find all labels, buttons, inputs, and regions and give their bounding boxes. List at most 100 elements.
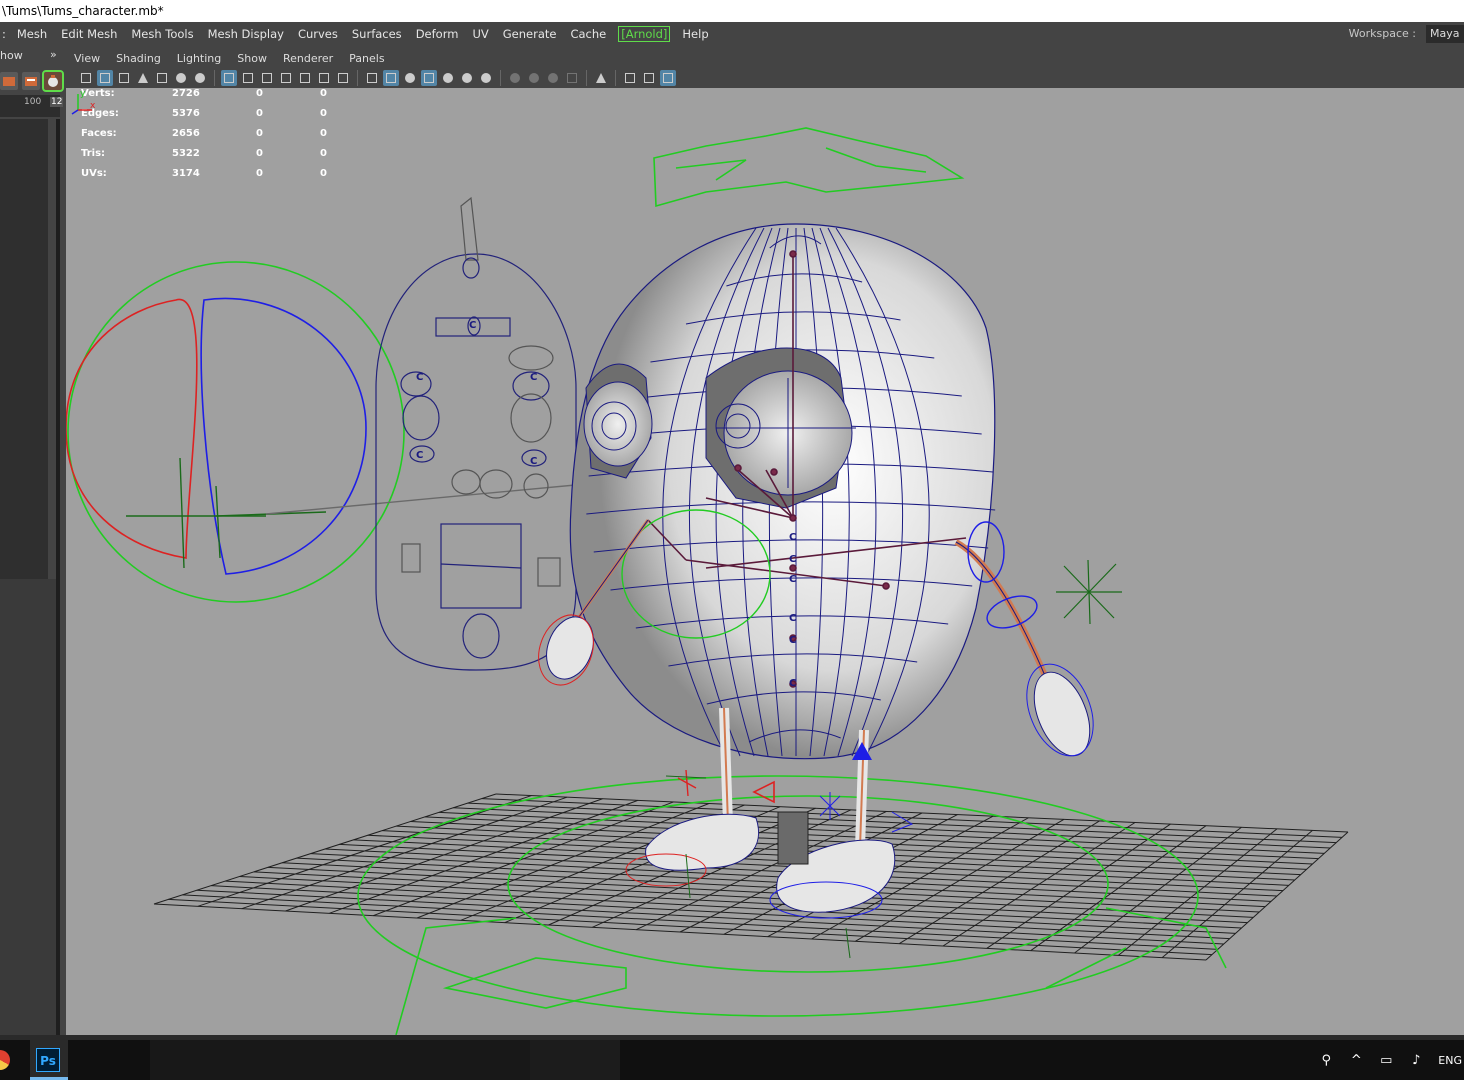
network-icon[interactable]: ▭	[1378, 1052, 1394, 1068]
workspace-selector: Workspace : Maya C	[1349, 22, 1464, 45]
menu-uv[interactable]: UV	[465, 27, 495, 41]
grid-line	[182, 894, 1218, 950]
panel-splitter[interactable]	[56, 119, 60, 1035]
render-settings-icon	[25, 77, 37, 86]
panel-menu-view[interactable]: View	[66, 52, 108, 65]
time-slider[interactable]: 100 12	[0, 95, 64, 117]
panel-menu-shading[interactable]: Shading	[108, 52, 169, 65]
xray-joints-button[interactable]	[641, 70, 657, 86]
panel-menu-panels[interactable]: Panels	[341, 52, 392, 65]
menu-mesh-display[interactable]: Mesh Display	[201, 27, 291, 41]
perspective-viewport[interactable]: CCC CCC CCCC C Verts: 2726 0 0 Edges: 53…	[66, 88, 1464, 1035]
svg-text:C: C	[416, 450, 423, 461]
right-arm-rig[interactable]	[954, 521, 1122, 766]
grease-pencil-button[interactable]	[192, 70, 208, 86]
menu-edit-mesh[interactable]: Edit Mesh	[54, 27, 124, 41]
safe-title-toggle[interactable]	[335, 70, 351, 86]
panel-menu-lighting[interactable]: Lighting	[169, 52, 229, 65]
top-direction-control[interactable]	[653, 127, 965, 208]
xray-button[interactable]	[622, 70, 638, 86]
grid-line	[225, 880, 1236, 934]
camera-attributes-icon	[119, 72, 129, 83]
textured-button[interactable]	[440, 70, 456, 86]
show-menu[interactable]: how	[0, 49, 23, 62]
axis-x-label: x	[90, 101, 96, 111]
left-panel: how » 100 12	[0, 45, 66, 1035]
menu-mesh-tools[interactable]: Mesh Tools	[124, 27, 200, 41]
camera-select-button[interactable]	[78, 70, 94, 86]
gate-mask-toggle[interactable]	[278, 70, 294, 86]
wireframe-on-shaded-button[interactable]	[421, 69, 437, 86]
toolbar-separator	[214, 69, 215, 86]
scene-canvas[interactable]: CCC CCC C CCC C	[66, 88, 1464, 1035]
use-default-material-button[interactable]	[402, 70, 418, 86]
panel-menu-show[interactable]: Show	[229, 52, 275, 65]
menu-surfaces[interactable]: Surfaces	[345, 27, 409, 41]
timeline-current: 12	[50, 97, 64, 107]
grid-line	[986, 823, 1171, 949]
anti-aliasing-button[interactable]	[545, 70, 561, 86]
workspace-dropdown[interactable]: Maya C	[1426, 24, 1464, 43]
menu-cache[interactable]: Cache	[563, 27, 613, 41]
image-plane-icon	[157, 72, 167, 83]
menu-item-leading[interactable]: :	[0, 27, 10, 41]
panel-menu-renderer[interactable]: Renderer	[275, 52, 341, 65]
safe-action-icon	[319, 72, 329, 83]
field-chart-toggle[interactable]	[297, 70, 313, 86]
wireframe-cube-icon	[367, 72, 377, 83]
camera-attributes-button[interactable]	[116, 70, 132, 86]
motion-blur-button[interactable]	[526, 70, 542, 86]
menu-arnold[interactable]: [Arnold]	[618, 25, 671, 42]
lock-camera-button[interactable]	[97, 69, 113, 86]
eye-control-circle[interactable]	[66, 261, 405, 603]
grid-toggle[interactable]	[221, 69, 237, 86]
bookmarks-button[interactable]	[135, 70, 151, 86]
field-chart-icon	[300, 72, 310, 83]
dof-icon	[567, 72, 577, 83]
texture-icon	[443, 72, 453, 83]
image-plane-button[interactable]	[154, 70, 170, 86]
poly-count-hud: Verts: 2726 0 0 Edges: 5376 0 0 Faces: 2656 0 0 T…	[81, 88, 341, 188]
resolution-gate-icon	[262, 72, 272, 83]
xray-components-button[interactable]	[660, 69, 676, 86]
shadows-button[interactable]	[478, 70, 494, 86]
lock-camera-icon	[100, 72, 110, 83]
shelf-tool-2[interactable]	[22, 72, 40, 90]
taskbar-thumbnail-2[interactable]	[530, 1040, 620, 1080]
grid-line	[196, 889, 1224, 945]
film-gate-toggle[interactable]	[240, 70, 256, 86]
taskbar-thumbnail[interactable]	[150, 1040, 530, 1080]
shelf-tool-3[interactable]	[42, 70, 64, 92]
2d-pan-zoom-button[interactable]	[173, 70, 189, 86]
grid-line	[267, 866, 1254, 918]
language-indicator[interactable]: ENG	[1438, 1054, 1462, 1067]
hud-row-verts: Verts: 2726 0 0	[81, 88, 327, 99]
chrome-icon[interactable]	[0, 1050, 10, 1070]
photoshop-icon[interactable]: Ps	[36, 1048, 60, 1072]
resolution-gate-toggle[interactable]	[259, 70, 275, 86]
wireframe-button[interactable]	[364, 70, 380, 86]
isolate-select-button[interactable]	[593, 70, 609, 86]
people-icon[interactable]: ⚲	[1318, 1052, 1334, 1068]
ambient-occlusion-button[interactable]	[507, 70, 523, 86]
xray-components-icon	[663, 72, 673, 83]
menu-help[interactable]: Help	[675, 27, 715, 41]
system-tray: ⚲ ^ ▭ ♪ ENG	[1318, 1040, 1464, 1080]
menu-mesh[interactable]: Mesh	[10, 27, 54, 41]
face-ui-board[interactable]	[375, 196, 577, 671]
safe-action-toggle[interactable]	[316, 70, 332, 86]
shelf-tool-1[interactable]	[0, 72, 18, 90]
expand-arrows-icon[interactable]: »	[50, 48, 57, 61]
grid-line	[253, 871, 1248, 924]
ipr-icon	[48, 75, 58, 87]
depth-of-field-button[interactable]	[564, 70, 580, 86]
menu-deform[interactable]: Deform	[409, 27, 466, 41]
volume-icon[interactable]: ♪	[1408, 1052, 1424, 1068]
menu-generate[interactable]: Generate	[496, 27, 564, 41]
character-body-mesh[interactable]	[569, 223, 996, 760]
use-all-lights-button[interactable]	[459, 70, 475, 86]
panel-toolbar	[66, 67, 1464, 88]
menu-curves[interactable]: Curves	[291, 27, 345, 41]
chevron-up-icon[interactable]: ^	[1348, 1052, 1364, 1068]
smooth-shade-button[interactable]	[383, 69, 399, 86]
